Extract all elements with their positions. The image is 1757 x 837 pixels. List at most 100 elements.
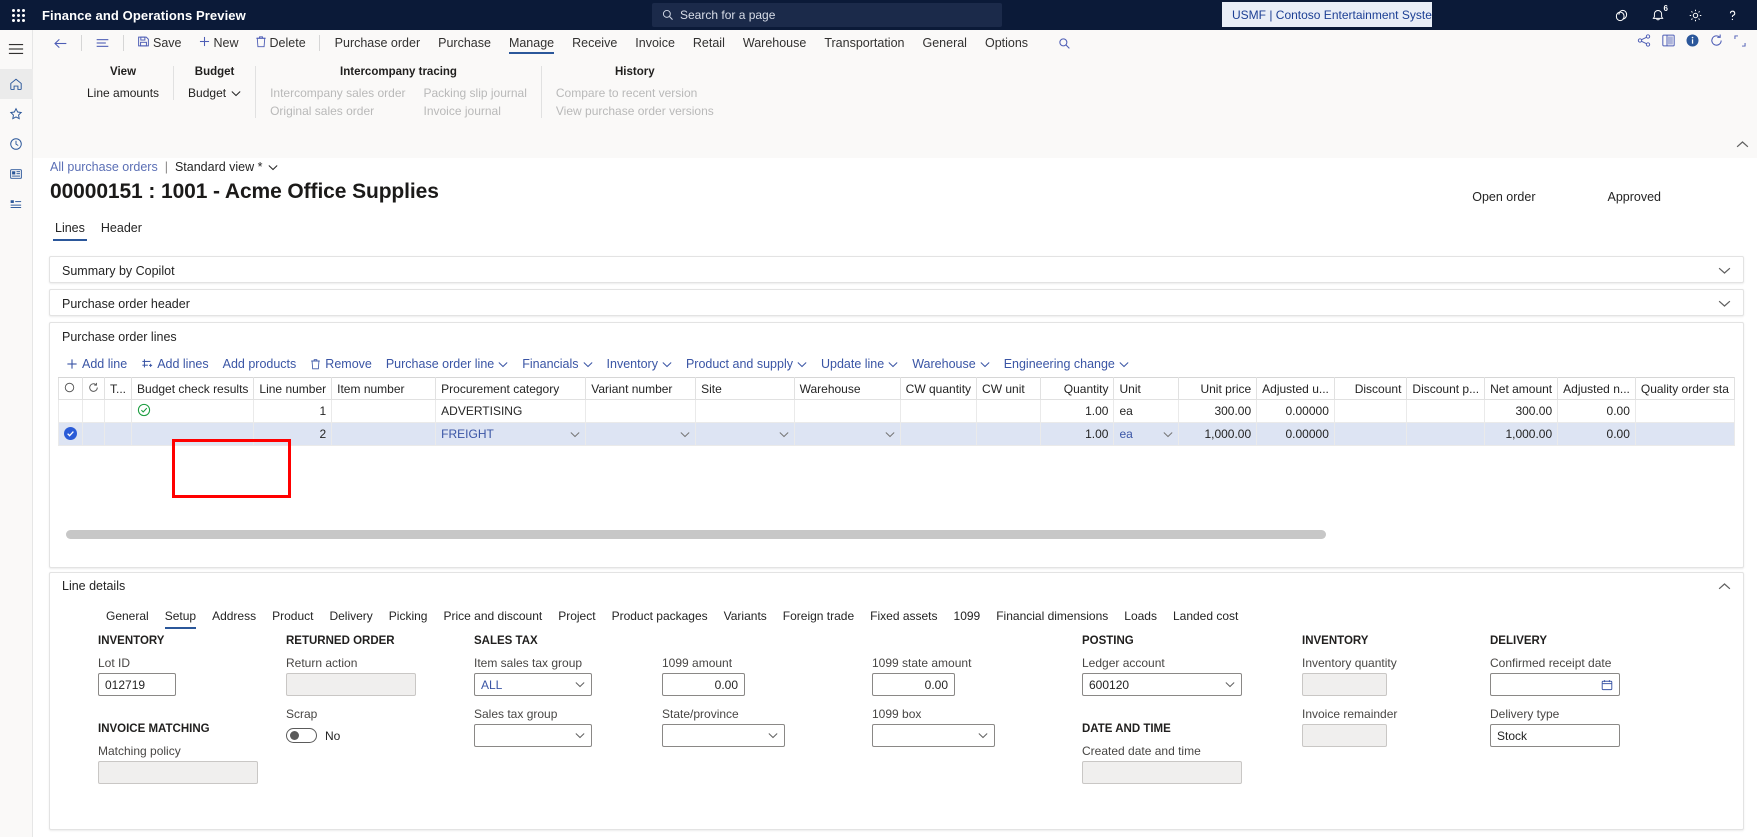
state-province-field[interactable] xyxy=(662,724,785,747)
grid-toolbar-add-line[interactable]: Add line xyxy=(60,353,133,375)
command-tab-invoice[interactable]: Invoice xyxy=(626,30,684,56)
info-icon[interactable] xyxy=(1685,33,1700,48)
cell-itemno[interactable] xyxy=(331,422,437,446)
column-header-cwqty[interactable]: CW quantity xyxy=(899,377,978,400)
matching-policy-field[interactable] xyxy=(98,761,258,784)
table-row[interactable]: 1 ADVERTISING 1.00 ea 300.00 0.00000 300.00 0.0… xyxy=(58,399,1735,423)
cell-cwunit[interactable] xyxy=(976,399,1041,423)
view-selector[interactable]: Standard view * xyxy=(175,160,278,174)
line-details-tab-financial-dimensions[interactable]: Financial dimensions xyxy=(988,605,1116,630)
cell-qty[interactable]: 1.00 xyxy=(1039,422,1115,446)
grid-toolbar-add-products[interactable]: Add products xyxy=(217,353,303,375)
column-header-adjnet[interactable]: Adjusted n... xyxy=(1557,377,1636,400)
column-header-unitprice[interactable]: Unit price xyxy=(1177,377,1258,400)
command-tab-receive[interactable]: Receive xyxy=(563,30,626,56)
grid-toolbar-inventory[interactable]: Inventory xyxy=(601,353,678,375)
hamburger-menu-icon[interactable] xyxy=(0,34,33,64)
column-header-budget[interactable]: Budget check results xyxy=(131,377,255,400)
grid-toolbar-product-and-supply[interactable]: Product and supply xyxy=(680,353,813,375)
1099-state-amount-field[interactable]: 0.00 xyxy=(872,673,955,696)
column-header-adjunit[interactable]: Adjusted u... xyxy=(1256,377,1335,400)
grid-toolbar-add-lines[interactable]: Add lines xyxy=(135,353,214,375)
cell-cwqty[interactable] xyxy=(899,422,978,446)
cell-lineno[interactable]: 2 xyxy=(253,422,333,446)
cell-unitprice[interactable]: 1,000.00 xyxy=(1177,422,1258,446)
copilot-icon[interactable] xyxy=(1604,0,1638,30)
column-header-qualorder[interactable]: Quality order sta xyxy=(1634,377,1735,400)
created-date-and-time-field[interactable] xyxy=(1082,761,1242,784)
row-type-cell[interactable] xyxy=(103,399,133,423)
cell-qualorder[interactable] xyxy=(1634,422,1735,446)
column-header-lineno[interactable]: Line number xyxy=(253,377,333,400)
row-selected-check-icon[interactable] xyxy=(64,427,77,440)
cell-discount[interactable] xyxy=(1333,399,1408,423)
chevron-down-icon[interactable] xyxy=(779,427,789,441)
line-details-tab-price-and-discount[interactable]: Price and discount xyxy=(435,605,550,630)
command-tab-purchase-order[interactable]: Purchase order xyxy=(326,30,429,56)
cell-netamt[interactable]: 300.00 xyxy=(1484,399,1559,423)
confirmed-receipt-date-field[interactable] xyxy=(1490,673,1620,696)
column-header-refresh[interactable] xyxy=(82,377,105,400)
cell-qualorder[interactable] xyxy=(1634,399,1735,423)
line-details-tab-product[interactable]: Product xyxy=(264,605,321,630)
line-details-tab-address[interactable]: Address xyxy=(204,605,264,630)
column-header-netamt[interactable]: Net amount xyxy=(1484,377,1559,400)
line-details-tab-product-packages[interactable]: Product packages xyxy=(604,605,716,630)
column-header-cwunit[interactable]: CW unit xyxy=(976,377,1041,400)
1099-box-field[interactable] xyxy=(872,724,995,747)
new-button[interactable]: New xyxy=(191,30,246,56)
lot-id-field[interactable]: 012719 xyxy=(98,673,176,696)
command-tab-transportation[interactable]: Transportation xyxy=(815,30,913,56)
cell-adjnet[interactable]: 0.00 xyxy=(1557,399,1636,423)
cell-cwqty[interactable] xyxy=(899,399,978,423)
help-icon[interactable] xyxy=(1715,0,1749,30)
line-details-tab-picking[interactable]: Picking xyxy=(381,605,436,630)
cell-itemno[interactable] xyxy=(331,399,437,423)
line-details-tab-general[interactable]: General xyxy=(98,605,157,630)
share-icon[interactable] xyxy=(1636,33,1652,48)
column-header-qty[interactable]: Quantity xyxy=(1039,377,1115,400)
column-header-itemno[interactable]: Item number xyxy=(331,377,437,400)
command-tab-manage[interactable]: Manage xyxy=(500,30,563,56)
cell-discpct[interactable] xyxy=(1406,422,1486,446)
line-details-collapse-chevron-icon[interactable] xyxy=(1718,580,1731,594)
grid-horizontal-scrollbar[interactable] xyxy=(66,530,1326,539)
item-sales-tax-group-field[interactable]: ALL xyxy=(474,673,592,696)
chevron-down-icon[interactable] xyxy=(1163,427,1173,441)
cell-variant[interactable] xyxy=(585,399,697,423)
inventory-quantity-field[interactable] xyxy=(1302,673,1387,696)
chevron-down-icon[interactable] xyxy=(885,427,895,441)
cell-adjnet[interactable]: 0.00 xyxy=(1557,422,1636,446)
calendar-icon[interactable] xyxy=(1601,679,1613,691)
cell-site[interactable] xyxy=(695,399,795,423)
notifications-icon[interactable]: 6 xyxy=(1641,0,1675,30)
page-tab-header[interactable]: Header xyxy=(96,218,147,241)
column-header-proccat[interactable]: Procurement category xyxy=(435,377,587,400)
cell-cwunit[interactable] xyxy=(976,422,1041,446)
column-header-discount[interactable]: Discount xyxy=(1333,377,1408,400)
row-select-cell[interactable] xyxy=(58,422,83,446)
sales-tax-group-field[interactable] xyxy=(474,724,592,747)
invoice-remainder-field[interactable] xyxy=(1302,724,1387,747)
cell-warehouse[interactable] xyxy=(793,422,901,446)
table-row[interactable]: 2 FREIGHT 1.00 ea 1,000.00 0.00000 1,000.00 0.0… xyxy=(58,422,1735,446)
cell-netamt[interactable]: 1,000.00 xyxy=(1484,422,1559,446)
modules-list-icon[interactable] xyxy=(0,189,33,219)
cell-discpct[interactable] xyxy=(1406,399,1486,423)
row-type-cell[interactable] xyxy=(103,422,133,446)
summary-expand-chevron-icon[interactable] xyxy=(1718,264,1731,278)
scrap-toggle[interactable] xyxy=(286,728,317,743)
cell-unit[interactable]: ea xyxy=(1113,422,1179,446)
chevron-down-icon[interactable] xyxy=(570,427,580,441)
grid-toolbar-purchase-order-line[interactable]: Purchase order line xyxy=(380,353,514,375)
grid-toolbar-engineering-change[interactable]: Engineering change xyxy=(998,353,1135,375)
command-tab-purchase[interactable]: Purchase xyxy=(429,30,500,56)
section-purchase-order-header[interactable]: Purchase order header xyxy=(49,289,1744,316)
command-tab-retail[interactable]: Retail xyxy=(684,30,734,56)
command-tab-general[interactable]: General xyxy=(913,30,975,56)
delivery-type-field[interactable]: Stock xyxy=(1490,724,1620,747)
cell-adjunit[interactable]: 0.00000 xyxy=(1256,422,1335,446)
settings-gear-icon[interactable] xyxy=(1678,0,1712,30)
cell-adjunit[interactable]: 0.00000 xyxy=(1256,399,1335,423)
cell-variant[interactable] xyxy=(585,422,697,446)
